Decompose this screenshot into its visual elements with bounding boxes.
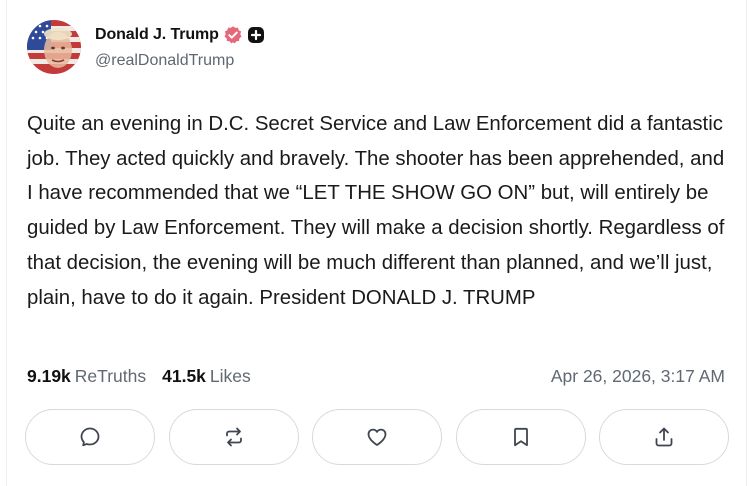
post-timestamp[interactable]: Apr 26, 2026, 3:17 AM [551,366,725,387]
retruths-label: ReTruths [74,365,147,386]
post-body-text: Quite an evening in D.C. Secret Service … [27,113,731,309]
likes-label: Likes [209,365,251,386]
display-name[interactable]: Donald J. Trump [95,26,219,44]
handle[interactable]: @realDonaldTrump [95,52,265,70]
action-bar [25,409,729,465]
reply-button[interactable] [25,409,155,465]
heart-icon [367,428,387,446]
post-stats: 9.19k ReTruths 41.5k Likes Apr 26, 2026,… [27,363,725,389]
reply-icon [80,427,100,447]
avatar-image [27,20,81,74]
share-button[interactable] [599,409,729,465]
verified-badge-icon [223,25,243,45]
post-card: Donald J. Trump @realDonaldTrump Quite a… [6,0,747,486]
author-names: Donald J. Trump @realDonaldTrump [95,24,265,70]
post-header: Donald J. Trump @realDonaldTrump [27,20,265,74]
truth-plus-badge-icon [247,26,265,44]
like-button[interactable] [312,409,442,465]
retruth-button[interactable] [168,409,299,465]
retruths-count: 9.19k [27,365,71,386]
bookmark-icon [513,427,528,447]
likes-count: 41.5k [162,365,206,386]
name-row: Donald J. Trump [95,24,265,46]
avatar[interactable] [27,20,81,74]
likes-stat[interactable]: 41.5k Likes [162,366,251,387]
share-icon [655,427,673,447]
retruth-icon [225,427,242,447]
retruths-stat[interactable]: 9.19k ReTruths [27,366,146,387]
bookmark-button[interactable] [455,409,586,465]
